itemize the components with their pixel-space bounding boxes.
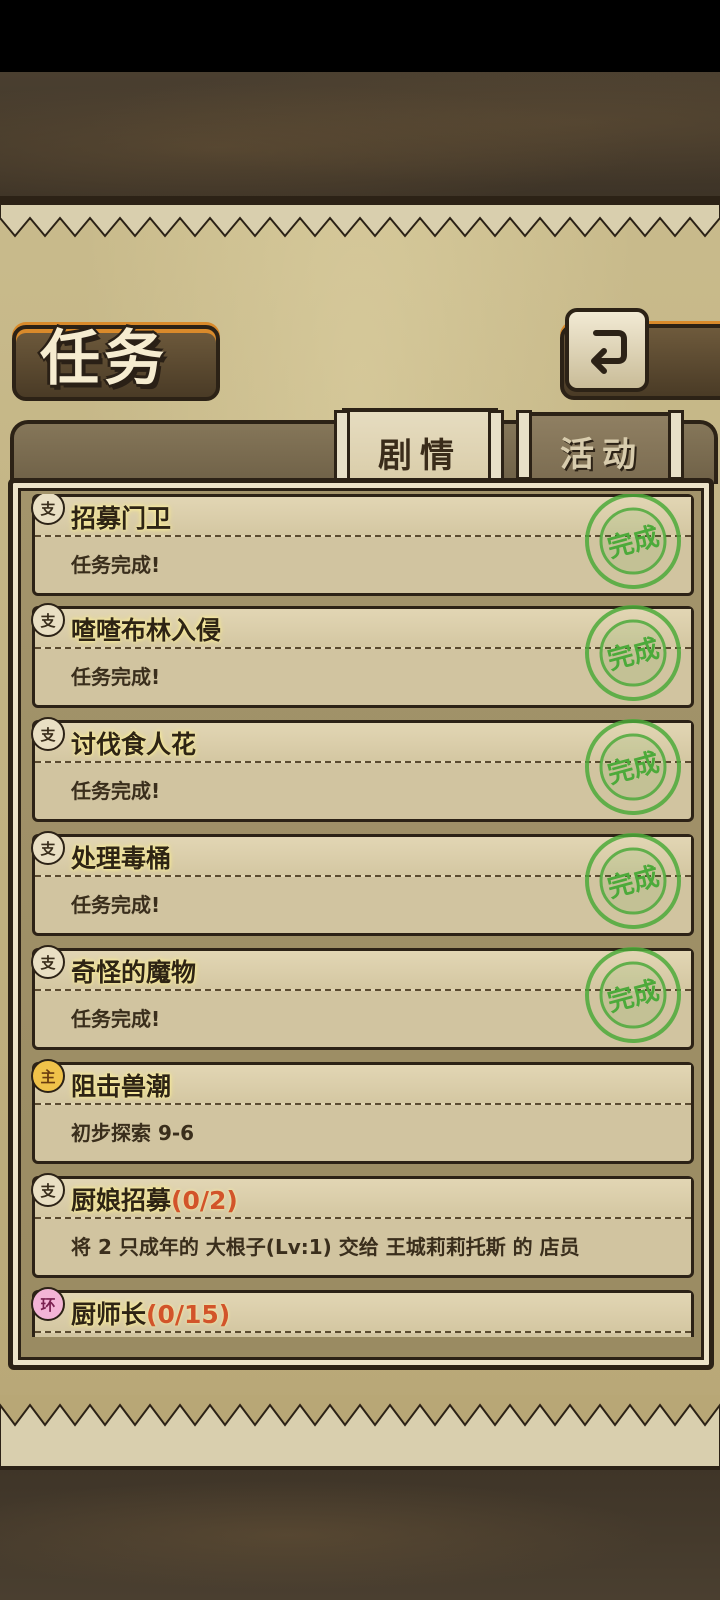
tab-event[interactable]: 活动 <box>520 412 684 486</box>
quest-description: 任务完成! <box>71 1007 161 1031</box>
side-quest-badge: 支 <box>31 1173 65 1207</box>
tab-event-label: 活动 <box>560 434 644 475</box>
back-arrow-icon <box>591 330 627 374</box>
quest-description: 任务完成! <box>71 553 161 577</box>
side-quest-badge: 支 <box>31 831 65 865</box>
complete-stamp-icon: 完成 <box>585 833 681 929</box>
quest-description: 任务完成! <box>71 779 161 803</box>
main-quest-badge: 主 <box>31 1059 65 1093</box>
quest-item[interactable]: 阻击兽潮 主 初步探索 9-6 <box>31 1059 694 1164</box>
tab-story-label: 剧情 <box>378 435 462 476</box>
status-bar <box>0 0 720 72</box>
complete-stamp-icon: 完成 <box>585 947 681 1043</box>
panel-bottom-edge <box>0 1395 720 1475</box>
side-quest-badge: 支 <box>31 603 65 637</box>
complete-stamp-icon: 完成 <box>585 494 681 589</box>
side-quest-badge: 支 <box>31 945 65 979</box>
quest-title: 阻击兽潮 <box>71 1072 172 1101</box>
quest-header: 厨师长(0/15) <box>35 1293 691 1333</box>
quest-header: 阻击兽潮 <box>35 1065 691 1105</box>
quest-item[interactable]: 奇怪的魔物 支 任务完成! 完成 <box>31 945 694 1050</box>
quest-item[interactable]: 喳喳布林入侵 支 任务完成! 完成 <box>31 603 694 708</box>
back-button[interactable] <box>565 308 649 392</box>
complete-stamp-icon: 完成 <box>585 719 681 815</box>
quest-description: 任务完成! <box>71 893 161 917</box>
quest-title: 处理毒桶 <box>71 844 172 873</box>
quest-title: 厨师长(0/15) <box>71 1300 231 1329</box>
quest-title: 招募门卫 <box>71 504 172 533</box>
quest-description: 任务完成! <box>71 665 161 689</box>
quest-title: 喳喳布林入侵 <box>71 616 222 645</box>
daily-quest-badge: 环 <box>31 1287 65 1321</box>
quest-title: 厨娘招募(0/2) <box>71 1186 238 1215</box>
map-background-bottom <box>0 1470 720 1600</box>
page-title: 任务 <box>40 324 168 394</box>
side-quest-badge: 支 <box>31 717 65 751</box>
quest-header: 厨娘招募(0/2) <box>35 1179 691 1219</box>
quest-description: 初步探索 9-6 <box>71 1121 195 1145</box>
quest-item[interactable]: 处理毒桶 支 任务完成! 完成 <box>31 831 694 936</box>
quest-item[interactable]: 招募门卫 支 任务完成! 完成 <box>31 494 694 596</box>
complete-stamp-icon: 完成 <box>585 605 681 701</box>
panel-top-edge <box>0 196 720 238</box>
tab-post <box>516 410 532 480</box>
tab-post <box>668 410 684 480</box>
quest-list[interactable]: 招募门卫 支 任务完成! 完成 喳喳布林入侵 支 任务完成! 完成 讨伐食人花 … <box>26 494 694 1337</box>
quest-title: 讨伐食人花 <box>71 730 197 759</box>
map-background-top <box>0 72 720 197</box>
quest-item[interactable]: 厨娘招募(0/2) 支 将 2 只成年的 大根子(Lv:1) 交给 王城莉莉托斯… <box>31 1173 694 1278</box>
quest-title: 奇怪的魔物 <box>71 958 197 987</box>
quest-item[interactable]: 讨伐食人花 支 任务完成! 完成 <box>31 717 694 822</box>
quest-item[interactable]: 厨师长(0/15) 环 <box>31 1287 694 1337</box>
quest-description: 将 2 只成年的 大根子(Lv:1) 交给 王城莉莉托斯 的 店员 <box>71 1235 580 1259</box>
